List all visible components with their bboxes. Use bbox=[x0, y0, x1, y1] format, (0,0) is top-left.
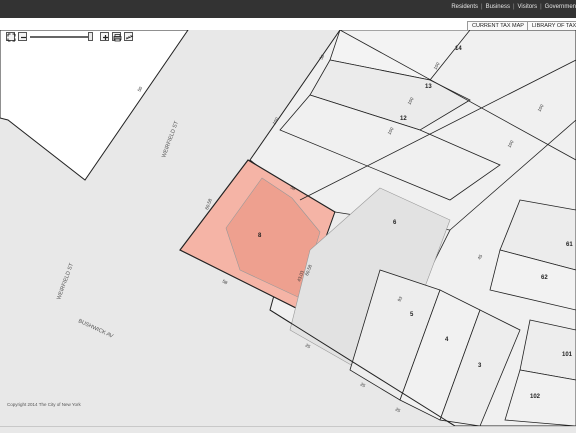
zoom-extent-icon[interactable] bbox=[6, 32, 16, 42]
lot-label-12: 12 bbox=[400, 116, 407, 122]
lot-label-101: 101 bbox=[562, 352, 573, 358]
print-icon[interactable] bbox=[112, 32, 122, 42]
zoom-slider-track[interactable] bbox=[30, 36, 92, 38]
zoom-out-icon[interactable] bbox=[18, 32, 27, 41]
lot-101 bbox=[519, 319, 576, 381]
zoom-slider-handle[interactable] bbox=[88, 32, 93, 41]
nav-government[interactable]: Governmen bbox=[545, 4, 576, 10]
top-header-bar: Residents | Business | Visitors | Governmen bbox=[0, 0, 576, 18]
lot-label-102: 102 bbox=[530, 394, 541, 400]
lot-label-62: 62 bbox=[541, 275, 548, 281]
lot-label-14: 14 bbox=[455, 46, 462, 52]
nav-visitors[interactable]: Visitors bbox=[518, 4, 538, 10]
zoom-in-icon[interactable] bbox=[100, 32, 109, 41]
tax-map[interactable]: WEIRFIELD ST WEIRFIELD ST BUSHWICK AV 14… bbox=[0, 30, 576, 426]
measure-icon[interactable] bbox=[124, 32, 134, 41]
nav-business[interactable]: Business bbox=[486, 4, 510, 10]
tax-map-canvas[interactable]: WEIRFIELD ST WEIRFIELD ST BUSHWICK AV 14… bbox=[0, 30, 576, 426]
top-nav: Residents | Business | Visitors | Governmen bbox=[451, 4, 576, 10]
lot-label-61: 61 bbox=[566, 242, 573, 248]
copyright: Copyright 2014 The City of New York bbox=[7, 402, 81, 407]
lot-label-13: 13 bbox=[425, 84, 432, 90]
nav-residents[interactable]: Residents bbox=[451, 4, 478, 10]
